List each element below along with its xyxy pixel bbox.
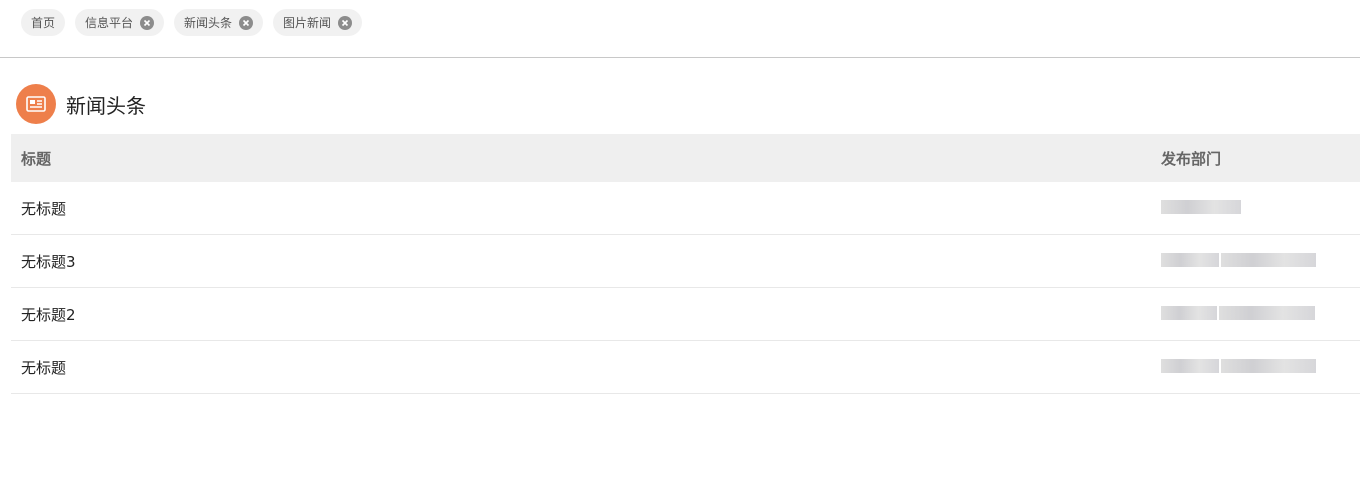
tab-info-platform[interactable]: 信息平台 bbox=[75, 9, 165, 36]
tabs-list: 首页 信息平台 新闻头条 图片新闻 bbox=[21, 9, 363, 36]
section-header: 新闻头条 bbox=[16, 84, 146, 124]
table-row[interactable]: 无标题3 bbox=[11, 235, 1360, 288]
tabs-bar: 首页 信息平台 新闻头条 图片新闻 bbox=[0, 0, 1360, 58]
news-table: 标题 发布部门 无标题 无标题3 无标题2 无标题 bbox=[11, 134, 1360, 394]
department-redacted bbox=[1161, 198, 1360, 218]
tab-label: 图片新闻 bbox=[283, 16, 332, 30]
close-icon[interactable] bbox=[338, 15, 353, 30]
department-redacted bbox=[1161, 304, 1360, 324]
news-title-link[interactable]: 无标题3 bbox=[11, 251, 1161, 272]
table-row[interactable]: 无标题2 bbox=[11, 288, 1360, 341]
close-icon[interactable] bbox=[140, 15, 155, 30]
tab-label: 新闻头条 bbox=[184, 16, 233, 30]
column-header-department: 发布部门 bbox=[1161, 149, 1222, 168]
department-redacted bbox=[1161, 357, 1360, 377]
department-redacted bbox=[1161, 251, 1360, 271]
tab-picture-news[interactable]: 图片新闻 bbox=[273, 9, 363, 36]
news-title-link[interactable]: 无标题2 bbox=[11, 304, 1161, 325]
table-row[interactable]: 无标题 bbox=[11, 182, 1360, 235]
news-title-link[interactable]: 无标题 bbox=[11, 357, 1161, 378]
table-header: 标题 发布部门 bbox=[11, 134, 1360, 182]
news-icon bbox=[16, 84, 56, 124]
page-title: 新闻头条 bbox=[66, 93, 146, 118]
tab-label: 信息平台 bbox=[85, 16, 134, 30]
tab-label: 首页 bbox=[31, 16, 56, 30]
table-row[interactable]: 无标题 bbox=[11, 341, 1360, 394]
tab-headlines[interactable]: 新闻头条 bbox=[174, 9, 264, 36]
close-icon[interactable] bbox=[239, 15, 254, 30]
column-header-title: 标题 bbox=[21, 149, 52, 168]
tab-home[interactable]: 首页 bbox=[21, 9, 66, 36]
news-title-link[interactable]: 无标题 bbox=[11, 198, 1161, 219]
